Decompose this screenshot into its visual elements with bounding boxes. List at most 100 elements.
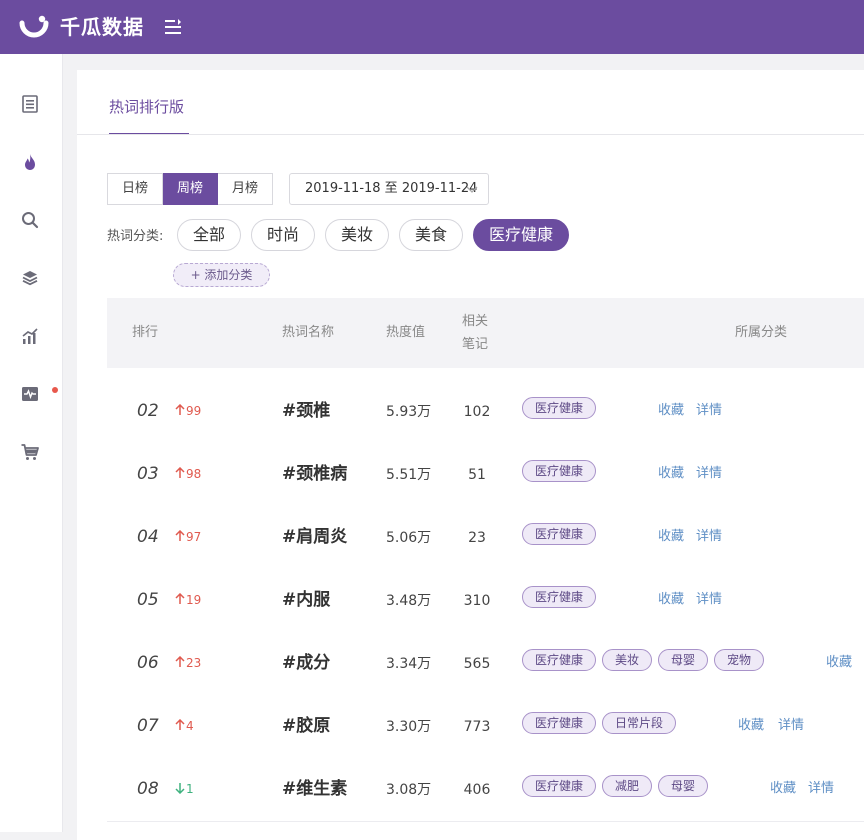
keyword: #胶原 [282,716,331,736]
category-chip-health[interactable]: 医疗健康 [473,219,569,251]
category-tag: 美妆 [602,649,652,671]
document-icon[interactable] [20,94,40,114]
category-chip-all[interactable]: 全部 [177,219,241,251]
category-chip-fashion[interactable]: 时尚 [251,219,315,251]
notes-count: 406 [463,782,491,798]
notification-dot [52,387,58,393]
heat-value: 3.08万 [386,782,432,798]
rank-change-value: 1 [186,782,194,796]
notes-count: 773 [463,719,491,735]
notes-count: 565 [463,656,491,672]
app-title: 千瓜数据 [60,15,144,39]
rank-change: 1 [175,780,194,798]
table-row: 02 99 #颈椎 5.93万 102 医疗健康 收藏 详情 [107,380,864,444]
header-heat: 热度值 [386,325,426,340]
rank-change-value: 23 [186,656,202,670]
category-tag: 医疗健康 [522,397,596,419]
header-name: 热词名称 [282,325,335,340]
detail-link[interactable]: 详情 [778,716,804,736]
tab-hot-words[interactable]: 热词排行版 [109,96,184,118]
notes-count: 23 [468,530,486,546]
header-notes-line2: 笔记 [462,337,489,352]
detail-link[interactable]: 详情 [696,590,722,610]
add-category-button[interactable]: + 添加分类 [173,263,270,287]
keyword: #肩周炎 [282,527,348,547]
category-tag: 医疗健康 [522,775,596,797]
pulse-monitor-icon[interactable] [20,384,40,404]
favorite-link[interactable]: 收藏 [658,401,684,421]
category-chip-makeup[interactable]: 美妆 [325,219,389,251]
heat-value: 3.30万 [386,719,432,735]
box-icon[interactable] [20,268,40,288]
category-filter-label: 热词分类: [107,229,164,244]
notes-count: 51 [468,467,486,483]
period-toggle: 日榜 周榜 月榜 [107,173,273,205]
keyword: #颈椎病 [282,464,348,484]
rank-number: 04 [137,527,159,547]
rank-change-value: 99 [186,404,202,418]
category-tag: 医疗健康 [522,712,596,734]
fire-icon[interactable] [20,152,40,172]
header-category: 所属分类 [735,325,788,340]
detail-link[interactable]: 详情 [696,527,722,547]
heat-value: 3.34万 [386,656,432,672]
table-row: 03 98 #颈椎病 5.51万 51 医疗健康 收藏 详情 [107,443,864,507]
trend-chart-icon[interactable] [20,326,40,346]
keyword: #内服 [282,590,331,610]
rank-number: 07 [137,716,159,736]
keyword: #颈椎 [282,401,331,421]
tab-divider [77,134,864,135]
period-weekly-button[interactable]: 周榜 [163,173,218,205]
rank-change-value: 97 [186,530,202,544]
category-tag: 医疗健康 [522,586,596,608]
category-tag: 医疗健康 [522,523,596,545]
rank-number: 02 [137,401,159,421]
favorite-link[interactable]: 收藏 [738,716,764,736]
rank-change: 23 [175,654,201,672]
heat-value: 3.48万 [386,593,432,609]
rank-number: 05 [137,590,159,610]
search-icon[interactable] [20,210,40,230]
date-range-picker[interactable]: 2019-11-18 至 2019-11-24 [289,173,489,205]
rank-number: 03 [137,464,159,484]
category-tag: 母婴 [658,649,708,671]
chevron-down-icon [466,186,478,193]
detail-link[interactable]: 详情 [696,464,722,484]
rank-change-value: 98 [186,467,202,481]
category-tag: 减肥 [602,775,652,797]
favorite-link[interactable]: 收藏 [826,653,852,673]
keyword: #成分 [282,653,331,673]
rank-number: 08 [137,779,159,799]
category-tag: 医疗健康 [522,649,596,671]
table-row: 04 97 #肩周炎 5.06万 23 医疗健康 收藏 详情 [107,506,864,570]
rank-change: 19 [175,591,201,609]
favorite-link[interactable]: 收藏 [658,464,684,484]
rank-change-value: 4 [186,719,194,733]
category-tag: 母婴 [658,775,708,797]
detail-link[interactable]: 详情 [696,401,722,421]
rank-change: 98 [175,465,201,483]
table-header: 排行 热词名称 热度值 相关 笔记 所属分类 [107,298,864,368]
menu-collapse-icon[interactable] [163,17,183,37]
category-chip-food[interactable]: 美食 [399,219,463,251]
cart-icon[interactable] [20,442,40,462]
arrow-up-icon [175,530,185,541]
favorite-link[interactable]: 收藏 [658,590,684,610]
notes-count: 102 [463,404,491,420]
favorite-link[interactable]: 收藏 [658,527,684,547]
arrow-up-icon [175,467,185,478]
arrow-down-icon [175,783,185,794]
arrow-up-icon [175,593,185,604]
table-row: 05 19 #内服 3.48万 310 医疗健康 收藏 详情 [107,569,864,633]
arrow-up-icon [175,656,185,667]
detail-link[interactable]: 详情 [808,779,834,799]
rank-change-value: 19 [186,593,202,607]
heat-value: 5.51万 [386,467,432,483]
favorite-link[interactable]: 收藏 [770,779,796,799]
table-row: 07 4 #胶原 3.30万 773 医疗健康 日常片段 收藏 详情 [107,695,864,759]
notes-count: 310 [463,593,491,609]
arrow-up-icon [175,719,185,730]
period-daily-button[interactable]: 日榜 [107,173,163,205]
rank-change: 4 [175,717,194,735]
period-monthly-button[interactable]: 月榜 [218,173,273,205]
